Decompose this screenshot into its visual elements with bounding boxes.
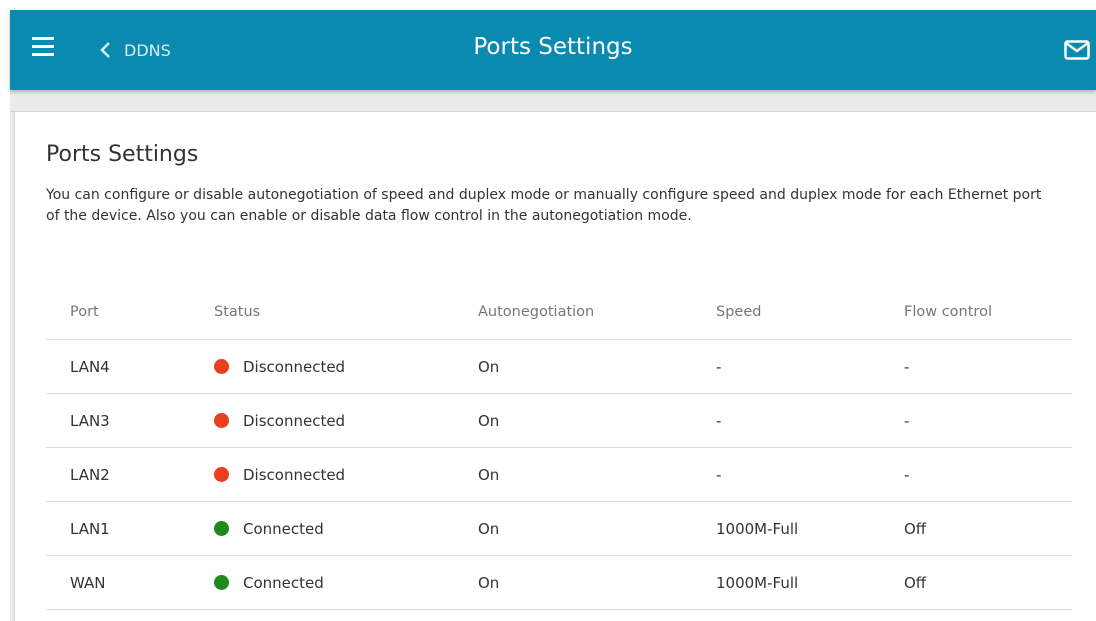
table-row[interactable]: LAN2 Disconnected On - -: [46, 447, 1072, 502]
status-dot-icon: [214, 466, 229, 482]
table-header-row: Port Status Autonegotiation Speed Flow c…: [46, 285, 1072, 340]
status-cell: Connected: [213, 501, 477, 556]
status-dot-icon: [214, 520, 229, 536]
flow-control-value: -: [903, 393, 1072, 448]
page-title: Ports Settings: [473, 34, 633, 60]
status-dot-icon: [214, 412, 229, 428]
table-row[interactable]: WAN Connected On 1000M-Full Off: [46, 555, 1072, 610]
port-name: LAN3: [46, 393, 213, 448]
table-row[interactable]: LAN3 Disconnected On - -: [46, 393, 1072, 448]
status-cell: Connected: [213, 555, 477, 610]
autonegotiation-value: On: [477, 339, 715, 394]
port-name: LAN2: [46, 447, 213, 502]
status-cell: Disconnected: [213, 339, 477, 394]
table-row[interactable]: LAN1 Connected On 1000M-Full Off: [46, 501, 1072, 556]
status-text: Connected: [243, 573, 324, 592]
speed-value: -: [715, 393, 903, 448]
port-name: LAN1: [46, 501, 213, 556]
autonegotiation-value: On: [477, 555, 715, 610]
port-name: LAN4: [46, 339, 213, 394]
speed-value: -: [715, 339, 903, 394]
flow-control-value: Off: [903, 555, 1072, 610]
port-name: WAN: [46, 555, 213, 610]
autonegotiation-value: On: [477, 393, 715, 448]
table-row[interactable]: LAN4 Disconnected On - -: [46, 339, 1072, 394]
status-text: Disconnected: [243, 465, 346, 484]
autonegotiation-value: On: [477, 501, 715, 556]
column-header-autonegotiation: Autonegotiation: [477, 285, 715, 340]
flow-control-value: -: [903, 447, 1072, 502]
column-header-speed: Speed: [715, 285, 903, 340]
column-header-status: Status: [213, 285, 477, 340]
status-text: Disconnected: [243, 411, 346, 430]
speed-value: 1000M-Full: [715, 501, 903, 556]
mail-icon[interactable]: [1064, 40, 1090, 60]
status-cell: Disconnected: [213, 447, 477, 502]
top-bar: DDNS Ports Settings: [10, 10, 1096, 90]
status-dot-icon: [214, 574, 229, 590]
ports-table: Port Status Autonegotiation Speed Flow c…: [46, 285, 1072, 610]
flow-control-value: Off: [903, 501, 1072, 556]
autonegotiation-value: On: [477, 447, 715, 502]
speed-value: -: [715, 447, 903, 502]
column-header-flow-control: Flow control: [903, 285, 1072, 340]
status-dot-icon: [214, 358, 229, 374]
section-title: Ports Settings: [46, 142, 199, 167]
status-cell: Disconnected: [213, 393, 477, 448]
column-header-port: Port: [46, 285, 213, 340]
flow-control-value: -: [903, 339, 1072, 394]
status-text: Disconnected: [243, 357, 346, 376]
section-description: You can configure or disable autonegotia…: [46, 187, 1042, 224]
speed-value: 1000M-Full: [715, 555, 903, 610]
status-text: Connected: [243, 519, 324, 538]
